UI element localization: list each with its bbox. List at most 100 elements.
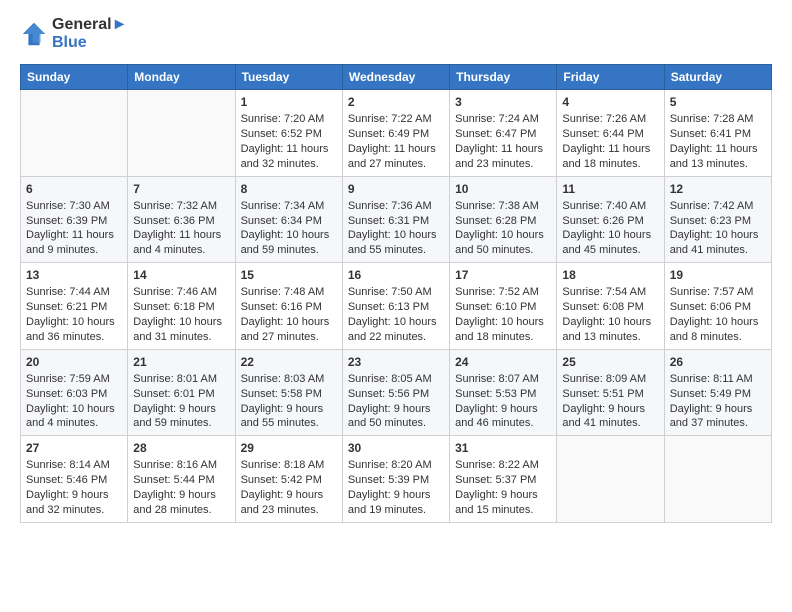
day-info-line: Sunrise: 8:16 AM xyxy=(133,458,229,473)
day-info-line: Sunset: 6:44 PM xyxy=(562,127,658,142)
day-info-line: Sunrise: 8:09 AM xyxy=(562,372,658,387)
day-info-line: Sunset: 5:53 PM xyxy=(455,387,551,402)
day-info-line: and 45 minutes. xyxy=(562,243,658,258)
day-info-line: Daylight: 11 hours xyxy=(241,142,337,157)
day-info-line: and 55 minutes. xyxy=(348,243,444,258)
day-info-line: Sunrise: 7:52 AM xyxy=(455,285,551,300)
day-info-line: Daylight: 10 hours xyxy=(348,228,444,243)
calendar-cell: 15Sunrise: 7:48 AMSunset: 6:16 PMDayligh… xyxy=(235,263,342,350)
day-info-line: Daylight: 11 hours xyxy=(455,142,551,157)
day-info-line: and 19 minutes. xyxy=(348,503,444,518)
calendar-cell: 27Sunrise: 8:14 AMSunset: 5:46 PMDayligh… xyxy=(21,436,128,523)
calendar-cell: 17Sunrise: 7:52 AMSunset: 6:10 PMDayligh… xyxy=(450,263,557,350)
calendar-cell: 10Sunrise: 7:38 AMSunset: 6:28 PMDayligh… xyxy=(450,176,557,263)
day-info-line: Sunset: 6:26 PM xyxy=(562,214,658,229)
day-info-line: Sunrise: 7:50 AM xyxy=(348,285,444,300)
calendar-cell xyxy=(21,90,128,177)
day-info-line: Sunset: 5:51 PM xyxy=(562,387,658,402)
day-number: 10 xyxy=(455,181,551,197)
day-info-line: and 31 minutes. xyxy=(133,330,229,345)
day-info-line: and 15 minutes. xyxy=(455,503,551,518)
day-info-line: Sunset: 5:39 PM xyxy=(348,473,444,488)
day-info-line: Daylight: 9 hours xyxy=(348,402,444,417)
day-info-line: Daylight: 10 hours xyxy=(133,315,229,330)
day-number: 24 xyxy=(455,354,551,370)
day-info-line: and 37 minutes. xyxy=(670,416,766,431)
calendar-cell: 13Sunrise: 7:44 AMSunset: 6:21 PMDayligh… xyxy=(21,263,128,350)
day-info-line: Daylight: 9 hours xyxy=(241,488,337,503)
day-info-line: Sunset: 6:03 PM xyxy=(26,387,122,402)
calendar-header: SundayMondayTuesdayWednesdayThursdayFrid… xyxy=(21,65,772,90)
day-info-line: Sunrise: 7:54 AM xyxy=(562,285,658,300)
calendar-cell: 19 Sunrise: 7:57 AMSunset: 6:06 PMDayligh… xyxy=(664,263,771,350)
day-info-line: Sunset: 6:41 PM xyxy=(670,127,766,142)
day-info-line: Sunset: 5:46 PM xyxy=(26,473,122,488)
day-info-line: Sunset: 6:21 PM xyxy=(26,300,122,315)
day-number: 7 xyxy=(133,181,229,197)
day-info-line: Sunrise: 7:34 AM xyxy=(241,199,337,214)
calendar-cell: 4Sunrise: 7:26 AMSunset: 6:44 PMDaylight… xyxy=(557,90,664,177)
day-info-line: Sunset: 6:52 PM xyxy=(241,127,337,142)
day-info-line: Sunrise: 7:24 AM xyxy=(455,112,551,127)
week-row-3: 13Sunrise: 7:44 AMSunset: 6:21 PMDayligh… xyxy=(21,263,772,350)
day-number: 5 xyxy=(670,94,766,110)
day-number: 12 xyxy=(670,181,766,197)
day-info-line: Daylight: 10 hours xyxy=(26,402,122,417)
calendar-cell: 12Sunrise: 7:42 AMSunset: 6:23 PMDayligh… xyxy=(664,176,771,263)
day-info-line: Daylight: 10 hours xyxy=(348,315,444,330)
day-info-line: Daylight: 10 hours xyxy=(670,315,766,330)
day-info-line: and 46 minutes. xyxy=(455,416,551,431)
day-info-line: Sunset: 5:37 PM xyxy=(455,473,551,488)
day-info-line: Sunrise: 8:07 AM xyxy=(455,372,551,387)
day-info-line: and 23 minutes. xyxy=(455,157,551,172)
day-info-line: and 36 minutes. xyxy=(26,330,122,345)
day-number: 14 xyxy=(133,267,229,283)
day-info-line: Sunrise: 7:38 AM xyxy=(455,199,551,214)
day-info-line: Daylight: 11 hours xyxy=(133,228,229,243)
calendar-cell: 18Sunrise: 7:54 AMSunset: 6:08 PMDayligh… xyxy=(557,263,664,350)
day-number: 21 xyxy=(133,354,229,370)
day-number: 26 xyxy=(670,354,766,370)
day-info-line: Sunrise: 8:22 AM xyxy=(455,458,551,473)
day-info-line: and 13 minutes. xyxy=(562,330,658,345)
day-info-line: Sunset: 6:16 PM xyxy=(241,300,337,315)
day-info-line: Sunset: 6:10 PM xyxy=(455,300,551,315)
day-info-line: Daylight: 9 hours xyxy=(133,488,229,503)
day-info-line: Sunrise: 8:18 AM xyxy=(241,458,337,473)
day-info-line: Sunset: 6:01 PM xyxy=(133,387,229,402)
day-info-line: Daylight: 9 hours xyxy=(455,402,551,417)
week-row-5: 27Sunrise: 8:14 AMSunset: 5:46 PMDayligh… xyxy=(21,436,772,523)
week-row-4: 20Sunrise: 7:59 AMSunset: 6:03 PMDayligh… xyxy=(21,349,772,436)
day-info-line: Daylight: 10 hours xyxy=(455,228,551,243)
day-info-line: Sunset: 6:06 PM xyxy=(670,300,766,315)
day-number: 22 xyxy=(241,354,337,370)
day-number: 8 xyxy=(241,181,337,197)
day-info-line: and 27 minutes. xyxy=(348,157,444,172)
day-info-line: and 50 minutes. xyxy=(455,243,551,258)
day-info-line: Sunrise: 7:30 AM xyxy=(26,199,122,214)
calendar-cell: 6Sunrise: 7:30 AMSunset: 6:39 PMDaylight… xyxy=(21,176,128,263)
calendar-cell: 1Sunrise: 7:20 AMSunset: 6:52 PMDaylight… xyxy=(235,90,342,177)
day-number: 25 xyxy=(562,354,658,370)
day-info-line: Sunrise: 8:20 AM xyxy=(348,458,444,473)
page: General► Blue SundayMondayTuesdayWednesd… xyxy=(0,0,792,612)
day-number: 19 xyxy=(670,267,766,283)
day-info-line: and 59 minutes. xyxy=(133,416,229,431)
day-info-line: and 18 minutes. xyxy=(562,157,658,172)
day-info-line: and 9 minutes. xyxy=(26,243,122,258)
day-info-line: Sunrise: 7:57 AM xyxy=(670,285,766,300)
day-info-line: Sunrise: 7:20 AM xyxy=(241,112,337,127)
day-number: 15 xyxy=(241,267,337,283)
day-info-line: Sunset: 5:44 PM xyxy=(133,473,229,488)
day-info-line: Sunrise: 8:01 AM xyxy=(133,372,229,387)
day-info-line: Daylight: 11 hours xyxy=(562,142,658,157)
day-info-line: Daylight: 10 hours xyxy=(562,228,658,243)
calendar-cell: 7Sunrise: 7:32 AMSunset: 6:36 PMDaylight… xyxy=(128,176,235,263)
header-cell-friday: Friday xyxy=(557,65,664,90)
day-info-line: Sunset: 6:49 PM xyxy=(348,127,444,142)
week-row-1: 1Sunrise: 7:20 AMSunset: 6:52 PMDaylight… xyxy=(21,90,772,177)
day-info-line: Daylight: 10 hours xyxy=(670,228,766,243)
day-info-line: Sunrise: 7:42 AM xyxy=(670,199,766,214)
day-info-line: and 41 minutes. xyxy=(670,243,766,258)
day-info-line: and 4 minutes. xyxy=(133,243,229,258)
